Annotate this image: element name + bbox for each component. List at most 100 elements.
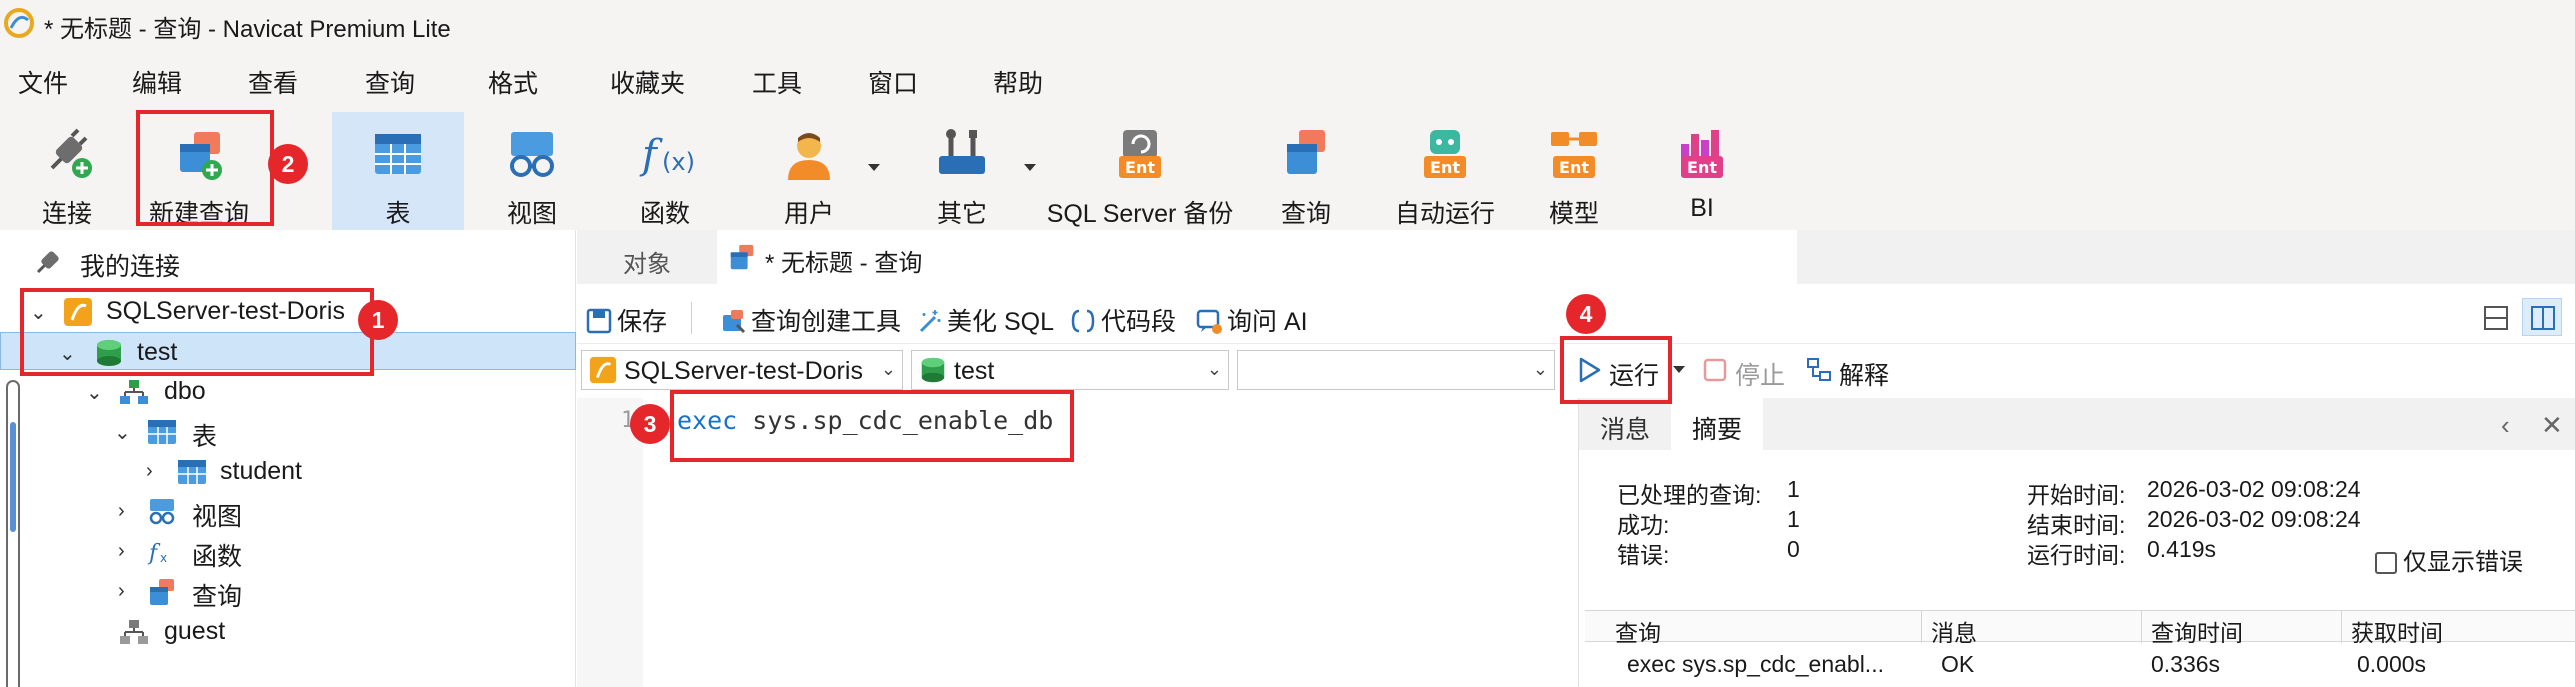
- database-icon: [921, 357, 945, 383]
- chevron-right-icon[interactable]: ›: [146, 460, 153, 483]
- tree-guest-label: guest: [164, 617, 226, 645]
- save-button[interactable]: 保存: [585, 302, 667, 336]
- line-number-gutter: [577, 398, 643, 687]
- chevron-left-icon[interactable]: ‹: [2501, 410, 2510, 441]
- tree-database-test[interactable]: ⌄ test: [0, 332, 576, 370]
- tab-query[interactable]: * 无标题 - 查询: [717, 230, 1797, 284]
- tree-folder-queries[interactable]: › 查询: [0, 572, 576, 611]
- view-button[interactable]: 视图: [470, 112, 594, 230]
- model-ent-icon: Ent: [1551, 132, 1597, 178]
- menu-query[interactable]: 查询: [365, 64, 415, 100]
- main-toolbar: 连接 新建查询 表 视图 f (x) 函数 用户 其它 Ent SQL Serv…: [0, 106, 2575, 230]
- chevron-right-icon[interactable]: ›: [118, 580, 125, 603]
- chevron-right-icon[interactable]: ›: [118, 540, 125, 563]
- svg-text:Ent: Ent: [1687, 158, 1717, 177]
- table-row[interactable]: exec sys.sp_cdc_enabl... OK 0.336s 0.000…: [1585, 643, 2575, 687]
- other-dropdown-arrow-icon[interactable]: [1024, 164, 1036, 171]
- split-vertical-toggle[interactable]: [2522, 298, 2562, 336]
- other-button[interactable]: 其它: [900, 112, 1024, 230]
- tree-connection-sqlserver[interactable]: ⌄ SQLServer-test-Doris: [0, 292, 576, 330]
- code-snippet-button[interactable]: 代码段: [1069, 302, 1176, 336]
- sql-editor[interactable]: 1 exec sys.sp_cdc_enable_db: [577, 398, 1578, 687]
- user-icon: [788, 133, 830, 180]
- ask-ai-button[interactable]: 询问 AI: [1195, 302, 1308, 336]
- menu-edit[interactable]: 编辑: [132, 64, 182, 100]
- other-label: 其它: [936, 200, 987, 228]
- chevron-down-icon[interactable]: ⌄: [59, 341, 76, 366]
- tree-folder-tables[interactable]: ⌄ 表: [0, 412, 576, 451]
- checkbox-box[interactable]: [2375, 552, 2397, 574]
- start-time-label: 开始时间:: [2027, 482, 2126, 508]
- stop-label: 停止: [1735, 362, 1786, 390]
- automation-label: 自动运行: [1394, 200, 1495, 228]
- menu-tools[interactable]: 工具: [752, 64, 802, 100]
- menu-format[interactable]: 格式: [488, 64, 538, 100]
- table-button[interactable]: 表: [332, 112, 464, 230]
- query-button[interactable]: 查询: [1254, 112, 1358, 230]
- tools-icon: [939, 129, 985, 174]
- view-label: 视图: [506, 200, 557, 228]
- query-icon: [1287, 130, 1325, 174]
- sql-code-line[interactable]: exec sys.sp_cdc_enable_db: [677, 406, 1053, 435]
- menu-window[interactable]: 窗口: [868, 64, 918, 100]
- bi-button[interactable]: Ent BI: [1650, 112, 1754, 230]
- selector-bar: SQLServer-test-Doris ⌄ test ⌄ ⌄ 运行 停止 解释: [577, 344, 2575, 398]
- tree-schema-guest[interactable]: guest: [0, 612, 576, 650]
- tree-schema-dbo[interactable]: ⌄ dbo: [0, 372, 576, 410]
- chevron-right-icon[interactable]: ›: [118, 500, 125, 523]
- database-select[interactable]: test ⌄: [911, 350, 1229, 390]
- menu-favorites[interactable]: 收藏夹: [610, 64, 685, 100]
- beautify-sql-button[interactable]: 美化 SQL: [915, 302, 1054, 336]
- svg-text:Ent: Ent: [1125, 158, 1155, 177]
- user-dropdown-arrow-icon[interactable]: [868, 164, 880, 171]
- tree-scrollbar[interactable]: [6, 380, 20, 687]
- close-icon[interactable]: ✕: [2541, 410, 2563, 441]
- split-horizontal-toggle[interactable]: [2475, 298, 2515, 336]
- explain-button[interactable]: 解释: [1799, 350, 1909, 390]
- tree-root-my-connections[interactable]: 我的连接: [0, 242, 576, 281]
- user-button[interactable]: 用户: [744, 112, 874, 230]
- tab-bar: 对象 * 无标题 - 查询: [577, 230, 2575, 284]
- connect-button[interactable]: 连接: [8, 112, 126, 230]
- new-query-button[interactable]: 新建查询: [140, 112, 258, 230]
- connection-select[interactable]: SQLServer-test-Doris ⌄: [581, 350, 903, 390]
- svg-text:Ent: Ent: [1559, 158, 1589, 177]
- function-button[interactable]: f (x) 函数: [600, 112, 730, 230]
- result-panel: 消息 摘要 ‹ ✕ 已处理的查询: 1 成功: 1 错误: 0 开始时间: 20…: [1578, 398, 2575, 687]
- chevron-down-icon[interactable]: ⌄: [86, 380, 103, 405]
- scrollbar-thumb[interactable]: [10, 422, 16, 532]
- automation-button[interactable]: Ent 自动运行: [1370, 112, 1520, 230]
- table-icon: [375, 134, 421, 174]
- chevron-down-icon[interactable]: ⌄: [30, 300, 47, 325]
- tree-folder-functions[interactable]: › f x 函数: [0, 532, 576, 571]
- chevron-down-icon: ⌄: [1532, 359, 1548, 379]
- tree-table-student[interactable]: › student: [0, 452, 576, 490]
- svg-text:Ent: Ent: [1430, 158, 1460, 177]
- tree-functions-label: 函数: [192, 543, 243, 571]
- model-button[interactable]: Ent 模型: [1522, 112, 1626, 230]
- result-tab-summary[interactable]: 摘要: [1671, 398, 1763, 450]
- result-tabs: 消息 摘要 ‹ ✕: [1579, 398, 2575, 450]
- column-divider[interactable]: [1921, 611, 1922, 643]
- schema-select[interactable]: ⌄: [1237, 350, 1555, 390]
- split-vertical-icon: [2531, 306, 2555, 330]
- column-divider[interactable]: [2341, 611, 2342, 643]
- tab-objects[interactable]: 对象: [577, 230, 717, 284]
- result-tab-message[interactable]: 消息: [1579, 398, 1671, 450]
- stop-button[interactable]: 停止: [1695, 350, 1805, 390]
- run-button[interactable]: 运行: [1569, 350, 1679, 390]
- only-errors-checkbox[interactable]: 仅显示错误: [2375, 542, 2523, 577]
- menu-view[interactable]: 查看: [248, 64, 298, 100]
- column-divider[interactable]: [2141, 611, 2142, 643]
- chevron-down-icon[interactable]: ⌄: [114, 420, 131, 445]
- error-label: 错误:: [1617, 542, 1670, 568]
- backup-ent-icon: Ent: [1119, 130, 1161, 178]
- robot-ent-icon: Ent: [1424, 130, 1466, 178]
- menu-file[interactable]: 文件: [18, 64, 68, 100]
- menu-help[interactable]: 帮助: [993, 64, 1043, 100]
- navicat-logo-icon: [4, 8, 34, 38]
- tree-folder-views[interactable]: › 视图: [0, 492, 576, 531]
- query-builder-button[interactable]: 查询创建工具: [719, 302, 901, 336]
- run-dropdown-arrow-icon[interactable]: [1673, 366, 1685, 373]
- sqlserver-backup-button[interactable]: Ent SQL Server 备份: [1040, 112, 1240, 230]
